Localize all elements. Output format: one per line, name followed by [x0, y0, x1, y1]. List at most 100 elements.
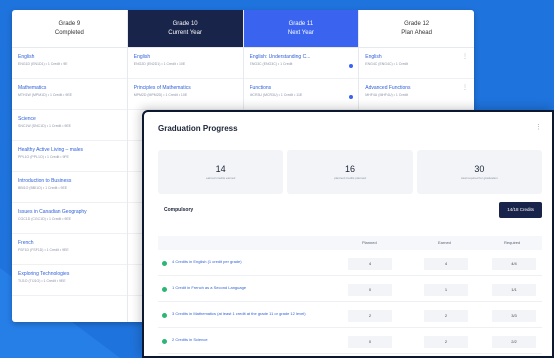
course-meta: BBI1O (BBI1O) • 1 Credit • 9EE [18, 186, 68, 190]
course-meta: ENG3C (ENG3C) • 1 Credit [249, 62, 293, 66]
stat-value: 14 [215, 164, 226, 174]
grade-subtitle: Completed [54, 29, 84, 36]
requirement-required: 1/1 [492, 284, 536, 296]
course-meta: TIJ1O (TIJ1O) • 1 Credit • 9EE [18, 279, 66, 283]
course-card[interactable]: English: Understanding C... ENG3C (ENG3C)… [243, 48, 359, 79]
requirement-row: 1 Credit in French as a Second Language 0… [158, 278, 542, 302]
course-name: Principles of Mathematics [133, 85, 191, 91]
course-card[interactable]: Issues in Canadian Geography CGC1D (CGC1D… [12, 203, 127, 234]
requirements-header: Planned Earned Required [158, 236, 542, 250]
requirement-earned: 2 [424, 310, 468, 322]
course-meta: MPM2D (MPM2D) • 1 Credit • 10E [133, 93, 188, 97]
grade-title: Grade 10 [172, 20, 198, 27]
grade-title: Grade 11 [288, 20, 314, 27]
grade-column-header[interactable]: Grade 10 Current Year [127, 10, 243, 48]
grade-subtitle: Current Year [168, 29, 202, 36]
course-name: Science [18, 116, 36, 122]
compulsory-label: Compulsory [164, 207, 194, 213]
stat-planned: 16 planned credits planned [287, 150, 413, 194]
grade-title: Grade 12 [404, 20, 430, 27]
course-name: Functions [249, 85, 272, 91]
check-icon [162, 287, 167, 292]
requirement-text[interactable]: 3 Credits in Mathematics (at least 1 cre… [172, 311, 358, 317]
grade-subtitle: Next Year [287, 29, 314, 36]
course-card[interactable]: Healthy Active Living – males PPL1O (PPL1… [12, 141, 127, 172]
course-card[interactable]: Introduction to Business BBI1O (BBI1O) • … [12, 172, 127, 203]
compulsory-row: Compulsory 14/18 Credits [158, 202, 542, 220]
course-meta: ENG2D (EN2D1) • 1 Credit • 10E [133, 62, 186, 66]
grade-title: Grade 9 [58, 20, 81, 27]
requirement-earned: 4 [424, 258, 468, 270]
requirement-earned: 2 [424, 336, 468, 348]
course-meta: SNC1W (SNC1D) • 1 Credit • 9EE [18, 124, 72, 128]
course-card[interactable]: Functions MCR3U (MCR3U) • 1 Credit • 11E [243, 79, 359, 110]
course-name: English: Understanding C... [249, 54, 311, 60]
requirement-earned: 1 [424, 284, 468, 296]
course-card[interactable]: English ENG2D (EN2D1) • 1 Credit • 10E [127, 48, 243, 79]
kebab-icon[interactable]: ⋮ [462, 84, 468, 91]
course-meta: MHF4U (MHF4U) • 1 Credit [365, 93, 409, 97]
check-icon [162, 261, 167, 266]
kebab-icon[interactable]: ⋮ [462, 53, 468, 60]
course-meta: MCR3U (MCR3U) • 1 Credit • 11E [249, 93, 303, 97]
course-card[interactable]: Science SNC1W (SNC1D) • 1 Credit • 9EE [12, 110, 127, 141]
credits-button[interactable]: 14/18 Credits [499, 202, 542, 218]
grade-column: Grade 9 Completed English ENG1D (EN1D1) • 1… [12, 10, 128, 322]
grade-subtitle: Plan Ahead [401, 29, 432, 36]
requirement-text[interactable]: 1 Credit in French as a Second Language [172, 285, 358, 291]
requirement-text[interactable]: 4 Credits in English (1 credit per grade… [172, 259, 358, 265]
credit-stats: 14 earned credits earned 16 planned cred… [158, 150, 542, 194]
course-card[interactable]: French FSF1D (FSF1D) • 1 Credit • 9EE [12, 234, 127, 265]
requirement-row: 2 Credits in Science 0 2 2/2 [158, 330, 542, 354]
course-name: Introduction to Business [18, 178, 72, 184]
requirement-text[interactable]: 2 Credits in Science [172, 337, 358, 343]
graduation-progress-panel: Graduation Progress ⋮ 14 earned credits … [142, 110, 554, 358]
stat-required: 30 total required for graduation [416, 150, 542, 194]
course-card[interactable]: English ENG4C (ENG4C) • 1 Credit ⋮ [359, 48, 474, 79]
course-meta: FSF1D (FSF1D) • 1 Credit • 9EE [18, 248, 69, 252]
stat-earned: 14 earned credits earned [158, 150, 284, 194]
column-planned: Planned [362, 240, 377, 245]
requirement-planned: 0 [348, 284, 392, 296]
kebab-icon[interactable]: ⋮ [535, 123, 542, 131]
course-meta: CGC1D (CGC1D) • 1 Credit • 9EE [18, 217, 72, 221]
check-icon [162, 313, 167, 318]
panel-title: Graduation Progress [158, 124, 238, 133]
course-name: Issues in Canadian Geography [18, 209, 87, 215]
stat-label: total required for graduation [460, 176, 498, 180]
course-name: Advanced Functions [365, 85, 411, 91]
course-meta: PPL1O (PPL1O) • 1 Credit • 9FE [18, 155, 69, 159]
column-required: Required [504, 240, 521, 245]
course-name: English [365, 54, 382, 60]
check-icon [162, 339, 167, 344]
requirement-planned: 4 [348, 258, 392, 270]
course-name: Exploring Technologies [18, 271, 70, 277]
grade-column-header[interactable]: Grade 9 Completed [12, 10, 127, 48]
course-name: English [18, 54, 35, 60]
stat-label: planned credits planned [334, 176, 366, 180]
requirement-planned: 2 [348, 310, 392, 322]
course-meta: MTH1W (MPM1D) • 1 Credit • 9EE [18, 93, 72, 97]
status-dot-icon [349, 64, 354, 68]
stat-label: earned credits earned [206, 176, 236, 180]
course-name: English [133, 54, 151, 60]
column-earned: Earned [438, 240, 451, 245]
course-name: French [18, 240, 34, 246]
requirement-row: 3 Credits in Mathematics (at least 1 cre… [158, 304, 542, 328]
course-card[interactable]: Exploring Technologies TIJ1O (TIJ1O) • 1 … [12, 265, 127, 296]
grade-column-header[interactable]: Grade 12 Plan Ahead [359, 10, 474, 48]
course-name: Mathematics [18, 85, 47, 91]
stat-value: 16 [344, 164, 355, 174]
course-card[interactable]: Principles of Mathematics MPM2D (MPM2D) •… [127, 79, 243, 110]
requirement-required: 2/2 [492, 336, 536, 348]
course-name: Healthy Active Living – males [18, 147, 84, 153]
requirement-row: 4 Credits in English (1 credit per grade… [158, 252, 542, 276]
course-meta: ENG1D (EN1D1) • 1 Credit • 9E [18, 62, 68, 66]
course-meta: ENG4C (ENG4C) • 1 Credit [365, 62, 409, 66]
grade-column-header[interactable]: Grade 11 Next Year [243, 10, 359, 48]
course-card[interactable]: English ENG1D (EN1D1) • 1 Credit • 9E [12, 48, 127, 79]
course-card[interactable]: Mathematics MTH1W (MPM1D) • 1 Credit • 9E… [12, 79, 127, 110]
course-card[interactable]: Advanced Functions MHF4U (MHF4U) • 1 Cred… [359, 79, 474, 110]
status-dot-icon [349, 95, 354, 99]
stat-value: 30 [474, 164, 485, 174]
